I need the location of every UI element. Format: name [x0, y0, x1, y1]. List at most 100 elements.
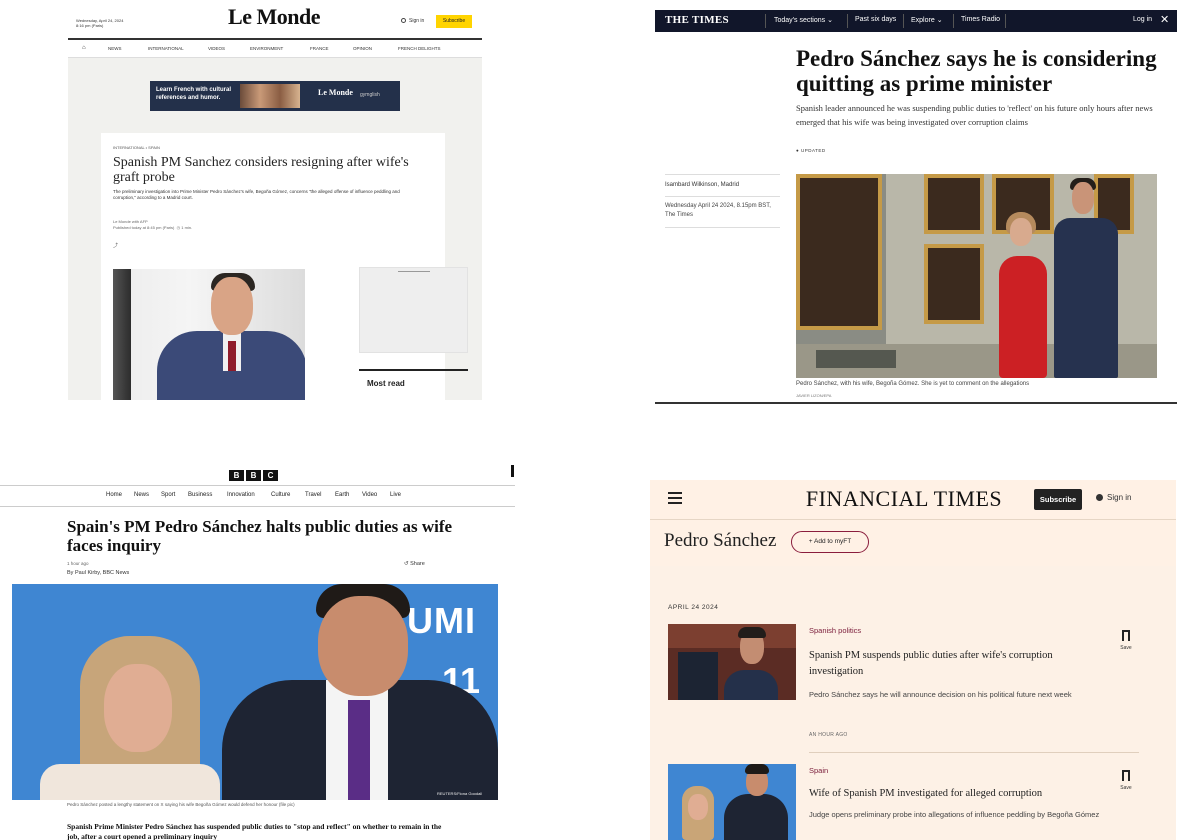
lemonde-nav-videos[interactable]: VIDEOS — [208, 46, 225, 51]
ft-add-to-myft-button[interactable]: + Add to myFT — [791, 531, 869, 553]
times-nav-label: Today's sections — [774, 17, 826, 24]
ad-text: Learn French with cultural references an… — [156, 87, 232, 101]
lemonde-side-ad — [359, 267, 468, 353]
ft-article-item[interactable]: Spain Wife of Spanish PM investigated fo… — [668, 764, 1158, 840]
ft-thumbnail[interactable] — [668, 764, 796, 840]
bbc-photo-text: UMI — [407, 600, 476, 641]
times-author[interactable]: Isambard Wilkinson, Madrid — [665, 174, 780, 189]
ft-headline[interactable]: Spanish PM suspends public duties after … — [809, 648, 1089, 680]
ft-screenshot: FINANCIAL TIMES Subscribe Sign in Pedro … — [650, 480, 1176, 840]
ft-description: Judge opens preliminary probe into alleg… — [809, 810, 1100, 819]
lemonde-nav-opinion[interactable]: OPINION — [353, 46, 372, 51]
lemonde-nav-international[interactable]: INTERNATIONAL — [148, 46, 184, 51]
lemonde-nav: ⌂ NEWS INTERNATIONAL VIDEOS ENVIRONMENT … — [68, 38, 482, 58]
lemonde-header: Wednesday, April 24, 2024 8:16 pm (Paris… — [68, 0, 482, 38]
bbc-nav-travel[interactable]: Travel — [305, 492, 321, 498]
ad-image — [240, 84, 300, 108]
lemonde-date: Wednesday, April 24, 2024 8:16 pm (Paris… — [76, 18, 123, 28]
ft-category[interactable]: Spanish politics — [809, 626, 861, 635]
lemonde-subscribe-button[interactable]: Subscribe — [436, 15, 472, 28]
chevron-down-icon: ⌄ — [827, 17, 833, 24]
bbc-nav-innovation[interactable]: Innovation — [227, 492, 255, 498]
bbc-nav-news[interactable]: News — [134, 492, 149, 498]
times-photo-credit: JAVIER LIZON/EPA — [796, 393, 832, 398]
ft-article-item[interactable]: Spanish politics Spanish PM suspends pub… — [668, 624, 1158, 744]
times-nav-times-radio[interactable]: Times Radio — [961, 16, 1000, 23]
times-standfirst: Spanish leader announced he was suspendi… — [796, 103, 1153, 127]
bbc-nav-video[interactable]: Video — [362, 492, 377, 498]
bbc-nav-business[interactable]: Business — [188, 492, 212, 498]
close-icon[interactable]: ✕ — [1160, 13, 1169, 26]
times-login-link[interactable]: Log in — [1133, 16, 1152, 23]
ft-save-button[interactable]: Save — [1116, 770, 1136, 791]
ad-tag: gymglish — [360, 92, 380, 98]
bbc-photo-credit: REUTERS/Fiona Goodall — [437, 791, 483, 796]
ft-logo[interactable]: FINANCIAL TIMES — [802, 486, 1006, 512]
ft-description: Pedro Sánchez says he will announce deci… — [809, 690, 1072, 699]
bbc-logo-letter: B — [229, 470, 244, 481]
times-updated-label: ● UPDATED — [796, 148, 826, 153]
bbc-share-label: Share — [410, 561, 425, 567]
bbc-headline: Spain's PM Pedro Sánchez halts public du… — [67, 517, 453, 555]
bbc-photo: UMI 11 REUTERS/Fiona Goodall — [12, 584, 498, 800]
times-nav-past-six-days[interactable]: Past six days — [855, 16, 896, 23]
ft-signin-link[interactable]: Sign in — [1096, 493, 1131, 502]
ad-logo: Le Monde — [318, 88, 353, 97]
lemonde-nav-environment[interactable]: ENVIRONMENT — [250, 46, 283, 51]
bbc-nav-sport[interactable]: Sport — [161, 492, 175, 498]
share-icon: ↺ — [404, 561, 409, 567]
ft-category[interactable]: Spain — [809, 766, 828, 775]
divider — [655, 402, 1177, 404]
bbc-share-button[interactable]: ↺ Share — [404, 561, 425, 567]
lemonde-published: Published today at 8:45 pm (Paris) — [113, 225, 175, 230]
times-headline: Pedro Sánchez says he is considering qui… — [796, 46, 1157, 96]
times-nav-explore[interactable]: Explore ⌄ — [911, 16, 943, 24]
lemonde-ad-banner[interactable]: Learn French with cultural references an… — [150, 81, 400, 111]
bookmark-icon — [1122, 770, 1130, 781]
lemonde-signin-label: Sign in — [409, 18, 425, 24]
times-nav-todays-sections[interactable]: Today's sections ⌄ — [774, 16, 833, 24]
share-icon[interactable]: ⤴ — [113, 242, 118, 249]
bbc-nav-earth[interactable]: Earth — [335, 492, 349, 498]
bbc-nav-culture[interactable]: Culture — [271, 492, 290, 498]
ft-headline[interactable]: Wife of Spanish PM investigated for alle… — [809, 786, 1089, 802]
bbc-nav-home[interactable]: Home — [106, 492, 122, 498]
times-caption: Pedro Sánchez, with his wife, Begoña Góm… — [796, 381, 1030, 387]
lemonde-logo[interactable]: Le Monde — [218, 4, 330, 30]
ft-subscribe-button[interactable]: Subscribe — [1034, 489, 1082, 510]
times-logo[interactable]: THE TIMES — [665, 14, 729, 26]
clock-icon: ◷ — [176, 225, 181, 230]
lemonde-photo — [113, 269, 305, 400]
lemonde-signin-link[interactable]: Sign in — [401, 18, 424, 24]
lemonde-nav-french-delights[interactable]: FRENCH DELIGHTS — [398, 46, 441, 51]
lemonde-kicker: INTERNATIONAL • SPAIN — [113, 145, 160, 150]
user-icon — [401, 18, 406, 24]
times-nav-label: Explore — [911, 17, 935, 24]
lemonde-most-read: Most read — [359, 369, 468, 388]
ft-date-heading: APRIL 24 2024 — [668, 604, 719, 611]
lemonde-article: INTERNATIONAL • SPAIN Spanish PM Sanchez… — [101, 133, 468, 400]
scrollbar-handle[interactable] — [511, 465, 514, 477]
lemonde-standfirst: The preliminary investigation into Prime… — [113, 189, 400, 200]
bbc-logo-letter: C — [263, 470, 278, 481]
ft-save-button[interactable]: Save — [1116, 630, 1136, 651]
lemonde-nav-france[interactable]: FRANCE — [310, 46, 329, 51]
home-icon[interactable]: ⌂ — [82, 45, 86, 51]
ft-thumbnail[interactable] — [668, 624, 796, 700]
lemonde-meta: Le Monde with AFP Published today at 8:4… — [113, 219, 313, 231]
times-screenshot: THE TIMES Today's sections ⌄ Past six da… — [655, 10, 1177, 404]
bbc-nav-live[interactable]: Live — [390, 492, 401, 498]
user-icon — [1096, 494, 1103, 501]
ft-signin-label: Sign in — [1107, 493, 1132, 502]
bbc-logo[interactable]: BBC — [229, 465, 280, 483]
ft-header: FINANCIAL TIMES Subscribe Sign in — [650, 480, 1176, 520]
lemonde-headline: Spanish PM Sanchez considers resigning a… — [113, 155, 409, 185]
bbc-caption: Pedro Sánchez posted a lengthy statement… — [67, 802, 295, 807]
menu-icon[interactable] — [668, 492, 682, 507]
bbc-timestamp: 1 hour ago — [67, 561, 89, 566]
divider — [809, 752, 1139, 753]
lemonde-screenshot: Wednesday, April 24, 2024 8:16 pm (Paris… — [68, 0, 482, 400]
times-photo — [796, 174, 1157, 378]
ft-topic-title: Pedro Sánchez — [664, 530, 777, 551]
lemonde-nav-news[interactable]: NEWS — [108, 46, 122, 51]
